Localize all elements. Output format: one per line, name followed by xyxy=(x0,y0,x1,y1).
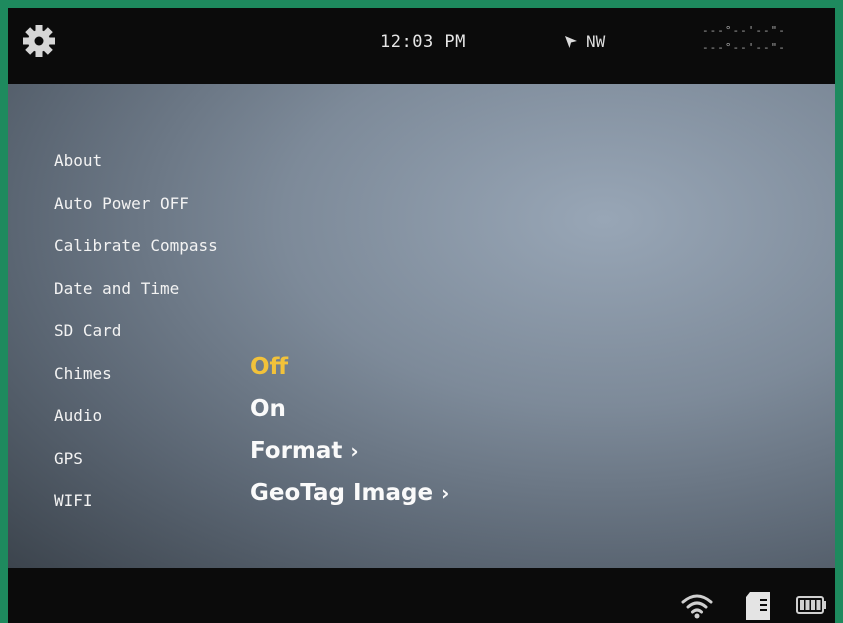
menu-item-auto-power-off[interactable]: Auto Power OFF xyxy=(54,194,189,213)
menu-item-sd-card[interactable]: SD Card xyxy=(54,321,121,340)
gps-format-label: Format xyxy=(250,438,343,464)
wifi-geotag-option[interactable]: GeoTag Image › xyxy=(250,480,449,506)
menu-item-gps[interactable]: GPS xyxy=(54,449,83,468)
menu-item-calibrate-compass[interactable]: Calibrate Compass xyxy=(54,236,218,255)
gear-icon[interactable] xyxy=(22,24,56,58)
sd-card-icon xyxy=(743,590,773,623)
status-bar: 12:03 PM NW ---°--'--"- ---°--'--"- xyxy=(8,8,835,84)
device-screen: 12:03 PM NW ---°--'--"- ---°--'--"- About… xyxy=(8,8,835,623)
wifi-icon xyxy=(680,592,714,623)
wifi-geotag-label: GeoTag Image xyxy=(250,480,434,506)
bottom-status-bar xyxy=(8,568,835,623)
compass-heading: NW xyxy=(564,32,605,51)
menu-item-about[interactable]: About xyxy=(54,151,102,170)
chevron-right-icon: › xyxy=(441,481,450,505)
menu-item-chimes[interactable]: Chimes xyxy=(54,364,112,383)
heading-value: NW xyxy=(586,32,606,51)
chevron-right-icon: › xyxy=(350,439,359,463)
gps-format-option[interactable]: Format › xyxy=(250,438,359,464)
latitude-readout: ---°--'--"- xyxy=(702,24,786,37)
settings-panel: About Auto Power OFF Calibrate Compass D… xyxy=(8,84,835,568)
battery-icon xyxy=(796,596,828,618)
arrow-pointer-icon xyxy=(565,36,577,48)
menu-item-audio[interactable]: Audio xyxy=(54,406,102,425)
menu-item-wifi[interactable]: WIFI xyxy=(54,491,93,510)
audio-value[interactable]: On xyxy=(250,396,286,422)
clock: 12:03 PM xyxy=(380,32,466,52)
menu-item-date-and-time[interactable]: Date and Time xyxy=(54,279,179,298)
gps-coordinates: ---°--'--"- ---°--'--"- xyxy=(702,22,832,56)
chimes-value[interactable]: Off xyxy=(250,354,288,380)
longitude-readout: ---°--'--"- xyxy=(702,41,786,54)
